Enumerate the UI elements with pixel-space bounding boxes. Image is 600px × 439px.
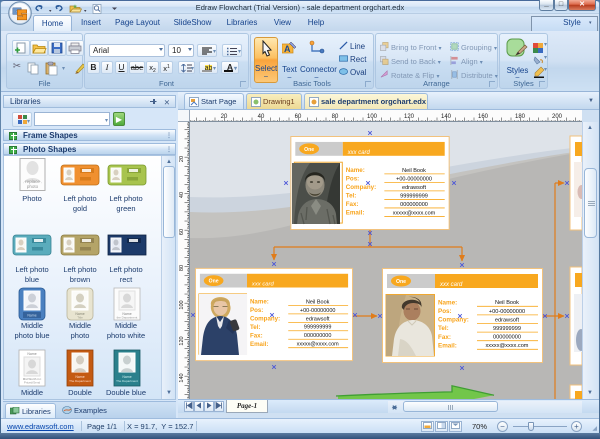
svg-text:80: 80 — [332, 114, 339, 120]
svg-text:Name: Name — [27, 314, 36, 318]
svg-text:40: 40 — [179, 192, 185, 198]
svg-text:160: 160 — [478, 114, 489, 120]
svg-text:Priced/Send: Priced/Send — [24, 381, 41, 385]
svg-text:180: 180 — [515, 114, 526, 120]
svg-text:80: 80 — [179, 265, 185, 271]
svg-text:A: A — [284, 44, 291, 54]
svg-text:Name: Name — [27, 352, 36, 356]
svg-text:60: 60 — [179, 229, 185, 235]
svg-text:40: 40 — [258, 114, 265, 120]
svg-text:60: 60 — [295, 114, 302, 120]
svg-text:20: 20 — [179, 156, 185, 162]
svg-text:120: 120 — [179, 336, 185, 345]
svg-text:100: 100 — [179, 300, 185, 309]
svg-text:the Department: the Department — [117, 316, 138, 320]
svg-text:photo: photo — [27, 184, 39, 189]
svg-text:20: 20 — [221, 114, 228, 120]
svg-text:140: 140 — [179, 373, 185, 382]
svg-text:The Department: The Department — [116, 379, 138, 383]
svg-text:The Department: The Department — [69, 379, 91, 383]
svg-text:140: 140 — [441, 114, 452, 120]
svg-text:120: 120 — [404, 114, 415, 120]
svg-text:200: 200 — [552, 114, 563, 120]
svg-text:100: 100 — [367, 114, 378, 120]
svg-text:Title: Title — [77, 316, 83, 320]
